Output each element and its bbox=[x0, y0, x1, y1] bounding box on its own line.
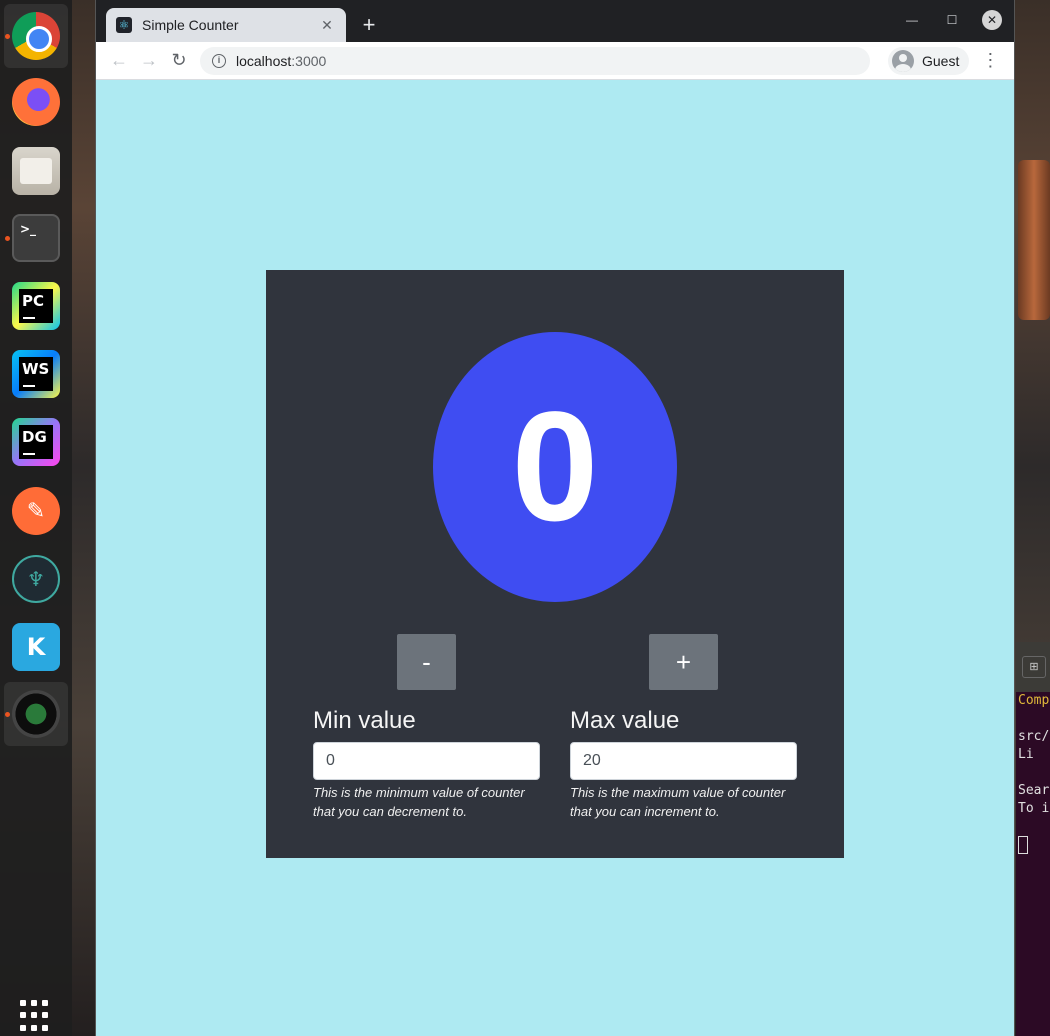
avatar-icon bbox=[892, 49, 914, 72]
reload-icon[interactable]: ↻ bbox=[164, 46, 194, 76]
minimize-icon[interactable]: — bbox=[902, 13, 922, 27]
terminal-window: ⊞ Comp src/ Li Sear To i bbox=[1016, 642, 1050, 1036]
terminal-line: Comp bbox=[1018, 693, 1050, 708]
tab-title: Simple Counter bbox=[142, 17, 239, 33]
profile-name: Guest bbox=[922, 52, 960, 69]
terminal-header: ⊞ bbox=[1016, 642, 1050, 692]
counter-card: 0 - + Min value This is the minimum valu… bbox=[266, 270, 844, 858]
postman-icon: ✎ bbox=[12, 487, 60, 535]
browser-window: ⚛ Simple Counter ✕ + — ☐ ✕ ← → ↻ i local… bbox=[96, 0, 1014, 1036]
dock-item-chrome[interactable] bbox=[4, 4, 68, 68]
tab-strip: ⚛ Simple Counter ✕ + — ☐ ✕ bbox=[96, 0, 1014, 42]
min-value-group: Min value This is the minimum value of c… bbox=[313, 704, 541, 821]
menu-icon[interactable]: ⋮ bbox=[981, 50, 999, 71]
min-value-help: This is the minimum value of counter tha… bbox=[313, 785, 525, 819]
dock-item-webcam[interactable] bbox=[4, 682, 68, 746]
webstorm-icon: WS bbox=[12, 350, 60, 398]
dock: >_ PC WS DG ✎ ♆ K bbox=[0, 0, 72, 1036]
dock-item-webstorm[interactable]: WS bbox=[4, 342, 68, 406]
datagrip-icon: DG bbox=[12, 418, 60, 466]
dock-item-pycharm[interactable]: PC bbox=[4, 274, 68, 338]
back-icon[interactable]: ← bbox=[104, 46, 134, 76]
dock-item-datagrip[interactable]: DG bbox=[4, 410, 68, 474]
url-host: localhost bbox=[236, 52, 292, 69]
running-indicator bbox=[5, 34, 10, 39]
decrement-button[interactable]: - bbox=[397, 634, 456, 690]
min-value-label: Min value bbox=[313, 707, 416, 734]
max-value-group: Max value This is the maximum value of c… bbox=[570, 704, 798, 821]
tab-close-icon[interactable]: ✕ bbox=[318, 17, 336, 34]
increment-button[interactable]: + bbox=[649, 634, 718, 690]
chrome-icon bbox=[12, 12, 60, 60]
dock-item-postman[interactable]: ✎ bbox=[4, 479, 68, 543]
address-bar[interactable]: i localhost:3000 bbox=[200, 46, 870, 75]
window-close-icon[interactable]: ✕ bbox=[982, 10, 1002, 30]
running-indicator bbox=[5, 236, 10, 241]
dock-item-gitkraken[interactable]: ♆ bbox=[4, 547, 68, 611]
browser-toolbar: ← → ↻ i localhost:3000 Guest ⋮ bbox=[96, 42, 1014, 80]
running-indicator bbox=[5, 712, 10, 717]
terminal-line: Sear bbox=[1018, 783, 1050, 798]
dock-item-kite[interactable]: K bbox=[4, 615, 68, 679]
page-viewport: 0 - + Min value This is the minimum valu… bbox=[96, 80, 1014, 1036]
profile-button[interactable]: Guest bbox=[888, 46, 970, 75]
gitkraken-icon: ♆ bbox=[12, 555, 60, 603]
terminal-line: Li bbox=[1018, 747, 1034, 762]
new-tab-button[interactable]: + bbox=[356, 12, 382, 38]
terminal-line: To i bbox=[1018, 801, 1050, 816]
max-value-label: Max value bbox=[570, 707, 680, 734]
tab-simple-counter[interactable]: ⚛ Simple Counter ✕ bbox=[106, 8, 346, 42]
dock-item-files[interactable] bbox=[4, 139, 68, 203]
max-value-help: This is the maximum value of counter tha… bbox=[570, 785, 786, 819]
dock-item-firefox[interactable] bbox=[4, 70, 68, 134]
max-value-input[interactable] bbox=[570, 742, 797, 780]
kite-icon: K bbox=[12, 623, 60, 671]
pycharm-icon: PC bbox=[12, 282, 60, 330]
files-icon bbox=[12, 147, 60, 195]
show-applications-icon[interactable] bbox=[20, 1000, 52, 1032]
terminal-line: src/ bbox=[1018, 729, 1050, 744]
react-icon: ⚛ bbox=[116, 17, 132, 33]
terminal-cursor bbox=[1018, 836, 1028, 854]
dock-item-terminal[interactable]: >_ bbox=[4, 206, 68, 270]
forward-icon[interactable]: → bbox=[134, 46, 164, 76]
maximize-icon[interactable]: ☐ bbox=[942, 13, 962, 27]
terminal-icon: >_ bbox=[12, 214, 60, 262]
webcam-icon bbox=[12, 690, 60, 738]
wallpaper-detail bbox=[1018, 160, 1050, 320]
window-controls: — ☐ ✕ bbox=[902, 10, 1002, 30]
new-terminal-tab-icon[interactable]: ⊞ bbox=[1022, 656, 1046, 678]
min-value-input[interactable] bbox=[313, 742, 540, 780]
firefox-icon bbox=[12, 78, 60, 126]
url-port: :3000 bbox=[291, 52, 327, 69]
site-info-icon[interactable]: i bbox=[212, 53, 226, 68]
counter-display: 0 bbox=[433, 332, 677, 602]
